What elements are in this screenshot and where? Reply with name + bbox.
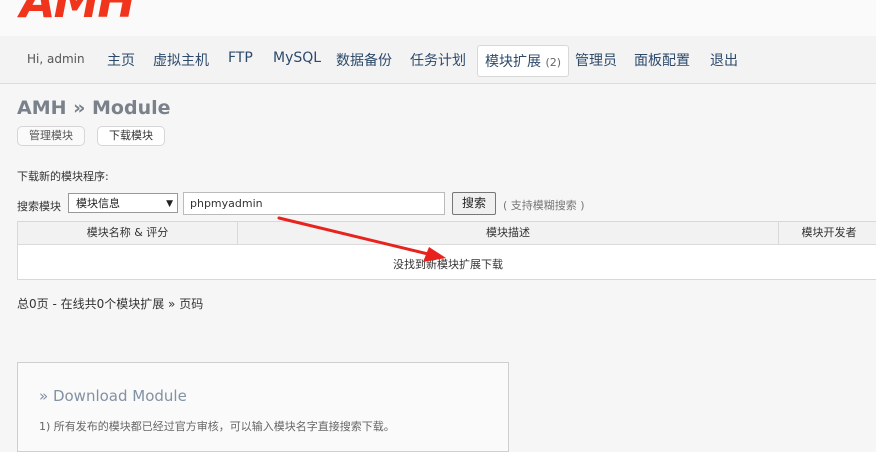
- annotation-arrow-icon: [277, 216, 446, 262]
